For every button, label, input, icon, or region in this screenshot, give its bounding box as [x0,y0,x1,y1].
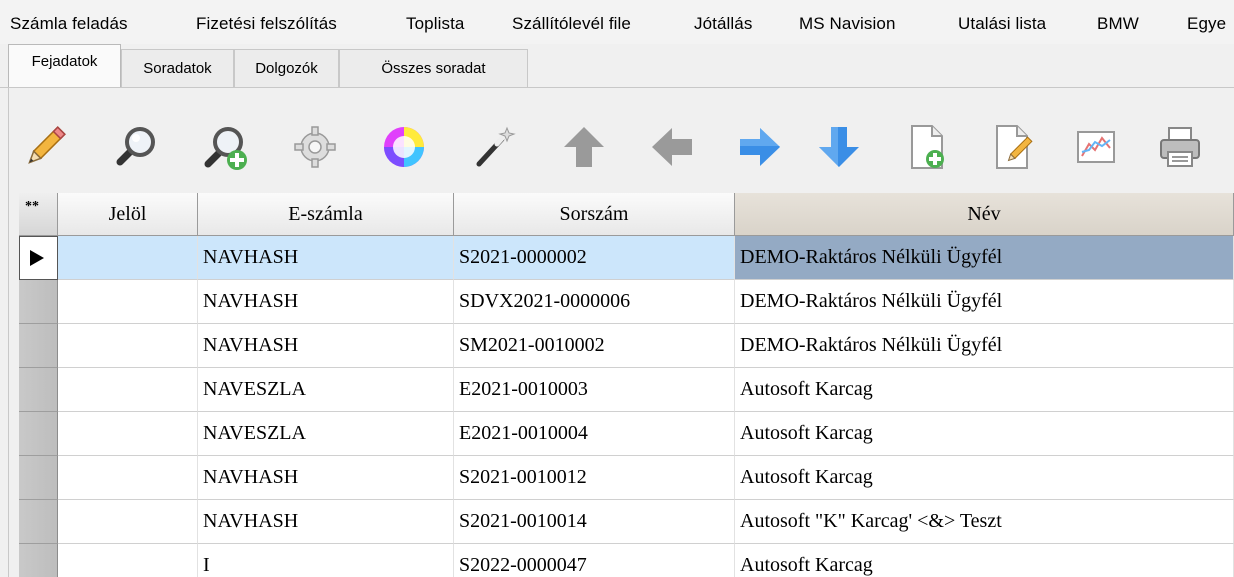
cell-nev[interactable]: DEMO-Raktáros Nélküli Ügyfél [735,324,1234,368]
menu-utalasi-lista[interactable]: Utalási lista [958,14,1046,34]
row-indicator[interactable] [19,412,58,456]
table-row[interactable]: NAVESZLA E2021-0010003 Autosoft Karcag [19,368,1234,412]
menu-fizetesi-felszolitas[interactable]: Fizetési felszólítás [196,14,337,34]
table-row[interactable]: I S2022-0000047 Autosoft Karcag [19,544,1234,577]
row-indicator[interactable] [19,236,58,280]
cell-nev[interactable]: Autosoft Karcag [735,368,1234,412]
cell-nev[interactable]: Autosoft Karcag [735,412,1234,456]
column-header-jelol[interactable]: Jelöl [58,193,198,236]
menu-szallitolevel-file[interactable]: Szállítólevél file [512,14,631,34]
cell-sorszam[interactable]: E2021-0010004 [454,412,735,456]
menu-ms-navision[interactable]: MS Navision [799,14,896,34]
cell-eszamla[interactable]: NAVHASH [198,500,454,544]
menu-bar: Számla feladás Fizetési felszólítás Topl… [0,0,1234,44]
table-row[interactable]: NAVESZLA E2021-0010004 Autosoft Karcag [19,412,1234,456]
cell-sorszam[interactable]: S2021-0000002 [454,236,735,280]
table-row[interactable]: NAVHASH S2021-0000002 DEMO-Raktáros Nélk… [19,236,1234,280]
column-header-eszamla[interactable]: E-számla [198,193,454,236]
chart-icon[interactable] [1069,120,1123,174]
table-row[interactable]: NAVHASH S2021-0010014 Autosoft "K" Karca… [19,500,1234,544]
cell-jelol[interactable] [58,412,198,456]
edit-document-icon[interactable] [985,120,1039,174]
menu-bmw[interactable]: BMW [1097,14,1139,34]
tab-strip: Fejadatok Soradatok Dolgozók Összes sora… [0,44,1234,90]
pencil-icon[interactable] [18,120,72,174]
row-indicator[interactable] [19,456,58,500]
cell-nev[interactable]: Autosoft Karcag [735,456,1234,500]
cell-jelol[interactable] [58,324,198,368]
cell-jelol[interactable] [58,236,198,280]
tab-osszes-soradat[interactable]: Összes soradat [339,49,528,88]
gear-icon[interactable] [288,120,342,174]
current-row-arrow-icon [30,250,44,266]
row-indicator[interactable] [19,324,58,368]
arrow-up-icon[interactable] [557,120,611,174]
cell-eszamla[interactable]: NAVHASH [198,280,454,324]
printer-icon[interactable] [1153,120,1207,174]
cell-sorszam[interactable]: S2021-0010014 [454,500,735,544]
cell-jelol[interactable] [58,368,198,412]
cell-nev[interactable]: Autosoft Karcag [735,544,1234,577]
color-wheel-icon[interactable] [377,120,431,174]
arrow-down-icon[interactable] [812,120,866,174]
cell-jelol[interactable] [58,544,198,577]
cell-eszamla[interactable]: NAVHASH [198,324,454,368]
new-document-icon[interactable] [900,120,954,174]
cell-eszamla[interactable]: NAVESZLA [198,368,454,412]
cell-eszamla[interactable]: NAVHASH [198,236,454,280]
cell-eszamla[interactable]: I [198,544,454,577]
arrow-left-icon[interactable] [645,120,699,174]
cell-sorszam[interactable]: S2021-0010012 [454,456,735,500]
magnifier-icon[interactable] [108,120,162,174]
cell-jelol[interactable] [58,280,198,324]
menu-jotallas[interactable]: Jótállás [694,14,752,34]
data-grid: ** Jelöl E-számla Sorszám Név NAVHASH S2… [19,193,1234,577]
magic-wand-icon[interactable] [467,120,521,174]
cell-jelol[interactable] [58,456,198,500]
cell-sorszam[interactable]: E2021-0010003 [454,368,735,412]
cell-nev[interactable]: DEMO-Raktáros Nélküli Ügyfél [735,236,1234,280]
column-header-sorszam[interactable]: Sorszám [454,193,735,236]
tab-fejadatok[interactable]: Fejadatok [8,44,121,88]
cell-nev[interactable]: Autosoft "K" Karcag' <&> Teszt [735,500,1234,544]
menu-egyeb[interactable]: Egye [1187,14,1226,34]
row-indicator[interactable] [19,368,58,412]
row-indicator[interactable] [19,500,58,544]
table-row[interactable]: NAVHASH SDVX2021-0000006 DEMO-Raktáros N… [19,280,1234,324]
tab-soradatok[interactable]: Soradatok [121,49,234,88]
grid-corner[interactable]: ** [19,193,58,236]
cell-sorszam[interactable]: S2022-0000047 [454,544,735,577]
cell-nev[interactable]: DEMO-Raktáros Nélküli Ügyfél [735,280,1234,324]
row-indicator[interactable] [19,280,58,324]
column-header-nev[interactable]: Név [735,193,1234,236]
tab-dolgozok[interactable]: Dolgozók [234,49,339,88]
menu-toplista[interactable]: Toplista [406,14,464,34]
table-row[interactable]: NAVHASH S2021-0010012 Autosoft Karcag [19,456,1234,500]
magnifier-add-icon[interactable] [198,120,252,174]
arrow-right-icon[interactable] [733,120,787,174]
table-row[interactable]: NAVHASH SM2021-0010002 DEMO-Raktáros Nél… [19,324,1234,368]
menu-szamla-feladas[interactable]: Számla feladás [10,14,128,34]
cell-jelol[interactable] [58,500,198,544]
cell-eszamla[interactable]: NAVESZLA [198,412,454,456]
cell-eszamla[interactable]: NAVHASH [198,456,454,500]
cell-sorszam[interactable]: SDVX2021-0000006 [454,280,735,324]
cell-sorszam[interactable]: SM2021-0010002 [454,324,735,368]
row-indicator[interactable] [19,544,58,577]
